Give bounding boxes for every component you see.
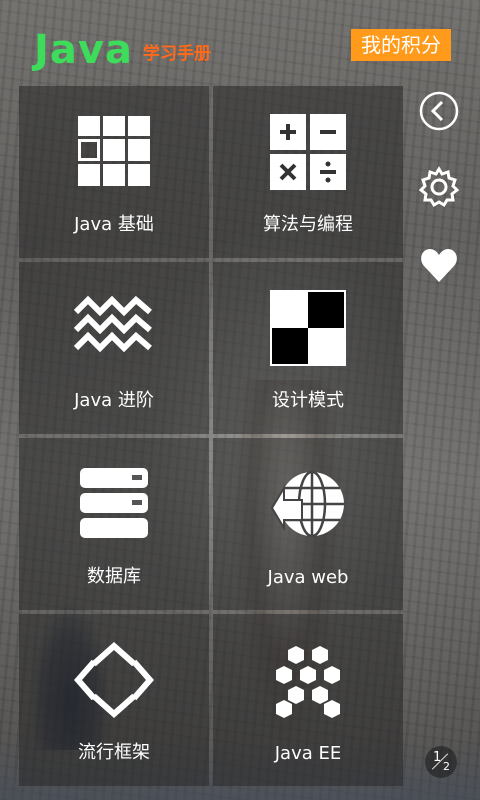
tile-java-basics[interactable]: Java 基础 (19, 86, 209, 258)
logo-title: Java (34, 27, 133, 73)
page-indicator: 1 2 (425, 746, 457, 778)
tile-algorithms[interactable]: 算法与编程 (213, 86, 403, 258)
heart-icon[interactable] (418, 244, 460, 286)
arrows-icon (74, 642, 154, 718)
tile-label: 设计模式 (272, 390, 344, 411)
logo-subtitle: 学习手册 (142, 44, 211, 64)
tile-design-patterns[interactable]: 设计模式 (213, 262, 403, 434)
tile-database[interactable]: 数据库 (19, 438, 209, 610)
tile-java-advanced[interactable]: Java 进阶 (19, 262, 209, 434)
database-icon (80, 468, 148, 538)
gear-icon[interactable] (418, 166, 460, 208)
app-logo: Java 学习手册 (34, 20, 211, 70)
tile-label: Java EE (274, 743, 342, 764)
page-total: 2 (443, 760, 450, 773)
tile-label: Java 基础 (74, 214, 154, 235)
globe-icon (270, 470, 344, 538)
back-icon[interactable] (418, 90, 460, 132)
tile-label: Java 进阶 (74, 390, 154, 411)
tile-label: 算法与编程 (263, 214, 353, 235)
tile-label: Java web (267, 567, 349, 588)
hexagon-icon (276, 646, 340, 718)
tile-java-web[interactable]: Java web (213, 438, 403, 610)
calculator-icon (270, 114, 346, 190)
wave-icon (74, 295, 152, 353)
checker-icon (270, 290, 346, 366)
tile-java-ee[interactable]: Java EE (213, 614, 403, 786)
tile-label: 流行框架 (78, 742, 150, 763)
tile-label: 数据库 (87, 566, 141, 587)
category-grid: Java 基础 算法与编程 Java 进阶 设计模式 数据库 Java web … (19, 86, 403, 786)
grid-icon (78, 116, 150, 186)
my-points-button[interactable]: 我的积分 (351, 29, 451, 61)
tile-frameworks[interactable]: 流行框架 (19, 614, 209, 786)
